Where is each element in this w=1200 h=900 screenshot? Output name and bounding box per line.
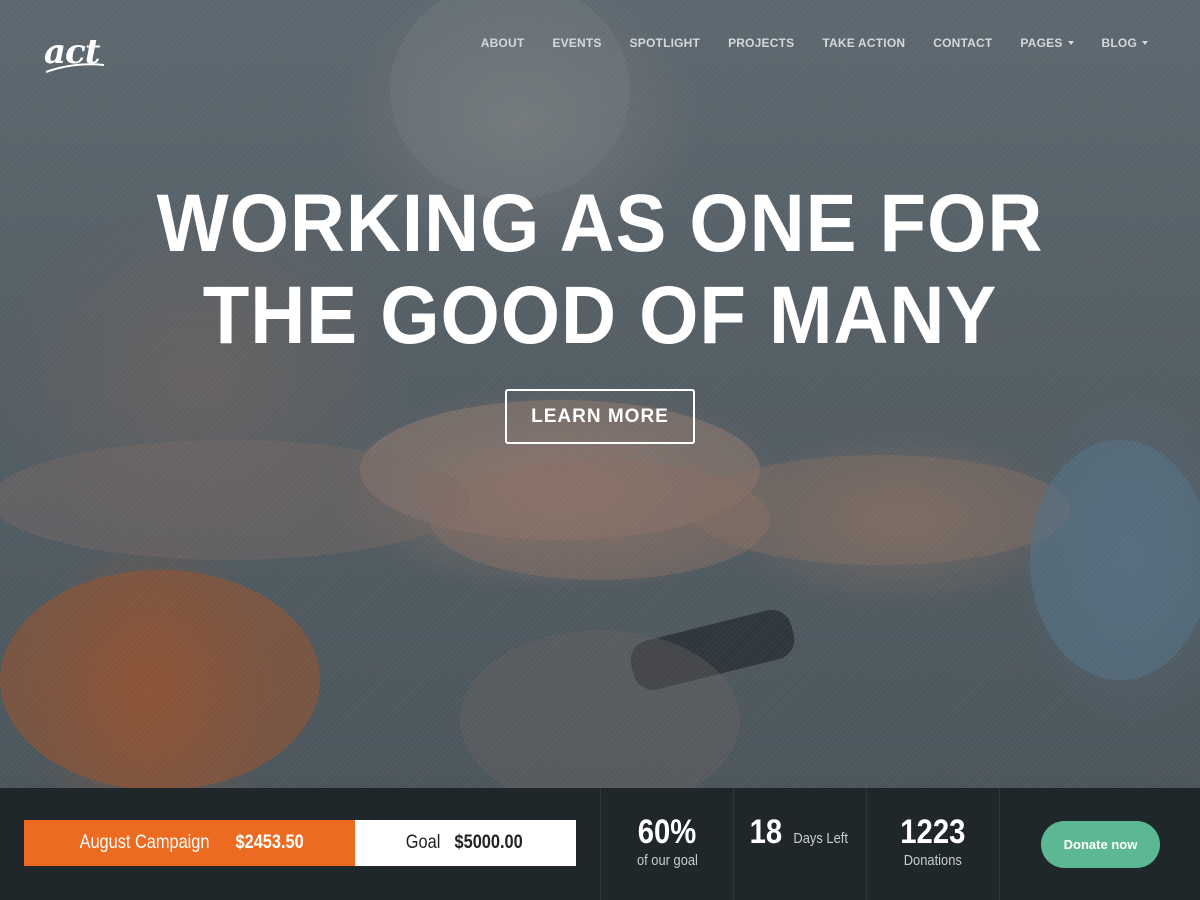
nav-label: SPOTLIGHT xyxy=(629,36,701,50)
nav-spotlight[interactable]: SPOTLIGHT xyxy=(616,35,714,51)
goal-label: Goal xyxy=(405,832,441,853)
nav-label: EVENTS xyxy=(552,36,602,50)
hero-section: act ABOUT EVENTS SPOTLIGHT PROJECTS TAKE… xyxy=(0,0,1200,788)
nav-label: PAGES xyxy=(1020,36,1063,50)
nav-label: BLOG xyxy=(1101,36,1137,50)
campaign-raised: $2453.50 xyxy=(235,832,305,853)
campaign-goal: Goal $5000.00 xyxy=(355,820,576,866)
stat-days-left: 18 Days Left xyxy=(733,788,866,900)
stat-value: 18 xyxy=(749,813,783,851)
campaign-name: August Campaign xyxy=(79,832,210,853)
learn-more-button[interactable]: LEARN MORE xyxy=(505,389,695,444)
stat-label: Days Left xyxy=(793,830,849,847)
stat-label: of our goal xyxy=(636,852,698,869)
caret-down-icon xyxy=(1142,41,1148,45)
nav-label: CONTACT xyxy=(933,36,993,50)
nav-blog[interactable]: BLOG xyxy=(1088,35,1162,51)
stat-value: 60% xyxy=(637,813,697,851)
nav-contact[interactable]: CONTACT xyxy=(919,35,1006,51)
logo-swash xyxy=(45,63,105,73)
nav-label: ABOUT xyxy=(480,36,525,50)
campaign-progress: August Campaign $2453.50 Goal $5000.00 xyxy=(24,820,576,866)
nav-projects[interactable]: PROJECTS xyxy=(714,35,808,51)
site-logo[interactable]: act xyxy=(44,32,108,76)
campaign-bar: August Campaign $2453.50 Goal $5000.00 6… xyxy=(0,788,1200,900)
main-nav: ABOUT EVENTS SPOTLIGHT PROJECTS TAKE ACT… xyxy=(467,35,1162,51)
goal-value: $5000.00 xyxy=(454,832,523,853)
stat-value: 1223 xyxy=(900,813,966,851)
hero-headline: WORKING AS ONE FOR THE GOOD OF MANY xyxy=(42,178,1158,362)
nav-events[interactable]: EVENTS xyxy=(538,35,615,51)
nav-pages[interactable]: PAGES xyxy=(1006,35,1087,51)
donate-now-button[interactable]: Donate now xyxy=(1041,821,1160,868)
caret-down-icon xyxy=(1067,41,1074,45)
stat-label: Donations xyxy=(903,852,963,869)
stat-donations: 1223 Donations xyxy=(866,788,999,900)
headline-line-2: THE GOOD OF MANY xyxy=(202,270,998,361)
headline-line-1: WORKING AS ONE FOR xyxy=(156,178,1044,269)
nav-label: TAKE ACTION xyxy=(822,36,906,50)
campaign-progress-fill: August Campaign $2453.50 xyxy=(24,820,355,866)
nav-label: PROJECTS xyxy=(728,36,795,50)
nav-take-action[interactable]: TAKE ACTION xyxy=(808,35,919,51)
nav-about[interactable]: ABOUT xyxy=(467,35,539,51)
stat-goal-percent: 60% of our goal xyxy=(600,788,733,900)
